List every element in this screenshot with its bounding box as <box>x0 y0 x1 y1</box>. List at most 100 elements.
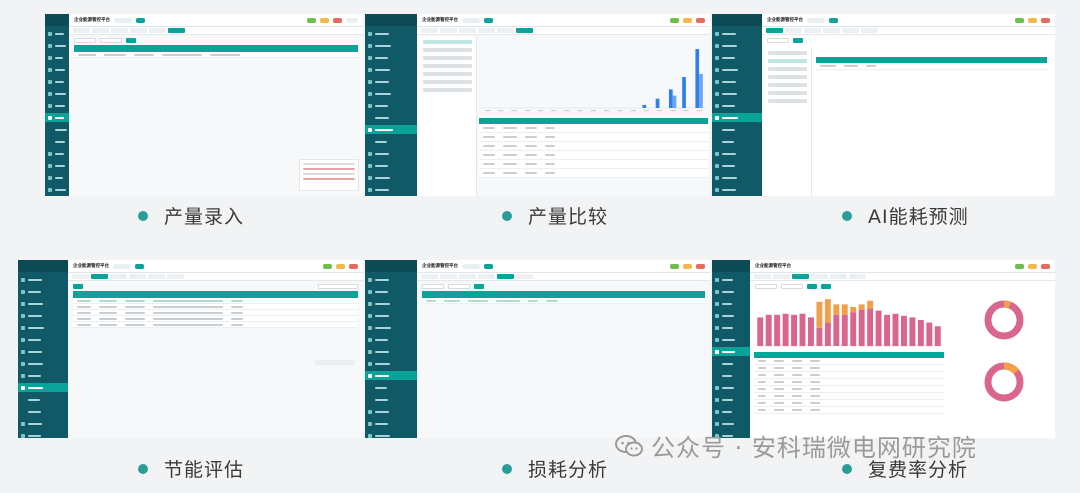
tab[interactable] <box>72 274 89 279</box>
tree-node[interactable] <box>423 56 472 60</box>
tab-active[interactable] <box>168 28 185 33</box>
sidebar-item[interactable] <box>715 173 759 182</box>
sidebar-item[interactable] <box>21 311 65 320</box>
sidebar-item[interactable] <box>368 323 414 332</box>
table-row[interactable] <box>479 160 708 169</box>
sidebar-item[interactable] <box>368 149 414 158</box>
sidebar-item[interactable] <box>48 101 66 110</box>
sidebar-item[interactable] <box>368 335 414 344</box>
tab[interactable] <box>861 28 878 33</box>
table-row[interactable] <box>754 358 944 365</box>
sidebar-item[interactable] <box>21 347 65 356</box>
sidebar-item[interactable] <box>368 173 414 182</box>
table-row[interactable] <box>754 407 944 414</box>
tree-node[interactable] <box>423 64 472 68</box>
sidebar-item[interactable] <box>715 29 759 38</box>
tab[interactable] <box>842 28 859 33</box>
sidebar-item[interactable] <box>368 419 414 428</box>
sidebar-item[interactable] <box>715 383 747 392</box>
device-select[interactable] <box>755 283 777 289</box>
tab[interactable] <box>459 274 476 279</box>
date-field[interactable] <box>767 37 789 43</box>
tab-active[interactable] <box>516 28 533 33</box>
tree-node[interactable] <box>423 72 472 76</box>
tree-node[interactable] <box>768 51 807 55</box>
sidebar-item-active[interactable] <box>18 383 68 392</box>
sidebar-item-active[interactable] <box>712 347 750 356</box>
alarm-badge[interactable] <box>336 263 345 269</box>
alarm-badge[interactable] <box>1041 263 1050 269</box>
table-row[interactable] <box>479 151 708 160</box>
alarm-badge[interactable] <box>1015 263 1024 269</box>
sidebar-item[interactable] <box>48 77 66 86</box>
sidebar-item[interactable] <box>368 347 414 356</box>
tab[interactable] <box>149 28 166 33</box>
sidebar-item-active[interactable] <box>45 113 69 122</box>
alarm-badge[interactable] <box>670 263 679 269</box>
table-row[interactable] <box>754 379 944 386</box>
alarm-badge[interactable] <box>307 17 316 23</box>
sidebar-item[interactable] <box>368 185 414 194</box>
sidebar-item[interactable] <box>715 41 759 50</box>
tree-node[interactable] <box>768 75 807 79</box>
tree-node[interactable] <box>768 83 807 87</box>
sidebar-item[interactable] <box>715 323 747 332</box>
tab[interactable] <box>823 28 840 33</box>
date-field[interactable] <box>74 37 96 43</box>
tab[interactable] <box>754 274 771 279</box>
alarm-badge[interactable] <box>320 17 329 23</box>
query-button[interactable] <box>474 283 484 289</box>
tree-node[interactable] <box>768 67 807 71</box>
sidebar-item[interactable] <box>715 287 747 296</box>
sidebar-item[interactable] <box>715 53 759 62</box>
alarm-badge[interactable] <box>1028 263 1037 269</box>
sidebar-item[interactable] <box>715 311 747 320</box>
sidebar-item[interactable] <box>368 89 414 98</box>
tab[interactable] <box>785 28 802 33</box>
export-button[interactable] <box>821 283 831 289</box>
tab[interactable] <box>129 274 146 279</box>
sidebar-item[interactable] <box>715 407 747 416</box>
sidebar-item[interactable] <box>715 335 747 344</box>
sidebar-item[interactable] <box>21 299 65 308</box>
tree-node[interactable] <box>768 59 807 63</box>
sidebar-subitem[interactable] <box>48 137 66 146</box>
tab[interactable] <box>148 274 165 279</box>
sidebar-subitem[interactable] <box>48 125 67 134</box>
tab[interactable] <box>440 28 457 33</box>
tree-node[interactable] <box>768 91 807 95</box>
org-selector[interactable] <box>807 17 825 23</box>
sidebar-item-active[interactable] <box>365 371 417 380</box>
table-row[interactable] <box>74 52 358 58</box>
table-row[interactable] <box>73 322 358 328</box>
tab-active[interactable] <box>91 274 108 279</box>
table-row[interactable] <box>754 400 944 407</box>
tab-active[interactable] <box>792 274 809 279</box>
sidebar-item[interactable] <box>368 65 414 74</box>
tab[interactable] <box>167 274 184 279</box>
sidebar-item[interactable] <box>368 311 414 320</box>
sidebar-item[interactable] <box>715 101 759 110</box>
table-row[interactable] <box>479 124 708 133</box>
sidebar-item[interactable] <box>48 29 66 38</box>
sidebar-item[interactable] <box>48 65 66 74</box>
sidebar-item[interactable] <box>48 161 66 170</box>
tab[interactable] <box>478 28 495 33</box>
sidebar-item[interactable] <box>21 359 65 368</box>
sidebar-item[interactable] <box>715 89 759 98</box>
sidebar-subitem[interactable] <box>715 125 759 134</box>
table-row[interactable] <box>479 133 708 142</box>
sidebar-subitem[interactable] <box>368 383 414 392</box>
alarm-badge[interactable] <box>696 263 705 269</box>
sidebar-item[interactable] <box>48 53 66 62</box>
sidebar-item[interactable] <box>715 419 747 428</box>
sidebar-subitem[interactable] <box>21 407 65 416</box>
sidebar-item[interactable] <box>368 431 414 438</box>
alarm-badge[interactable] <box>683 263 692 269</box>
sidebar-item[interactable] <box>368 161 414 170</box>
tab[interactable] <box>73 28 90 33</box>
sidebar-item-active[interactable] <box>365 125 417 134</box>
query-button[interactable] <box>807 283 817 289</box>
alarm-badge[interactable] <box>683 17 692 23</box>
tab[interactable] <box>459 28 476 33</box>
